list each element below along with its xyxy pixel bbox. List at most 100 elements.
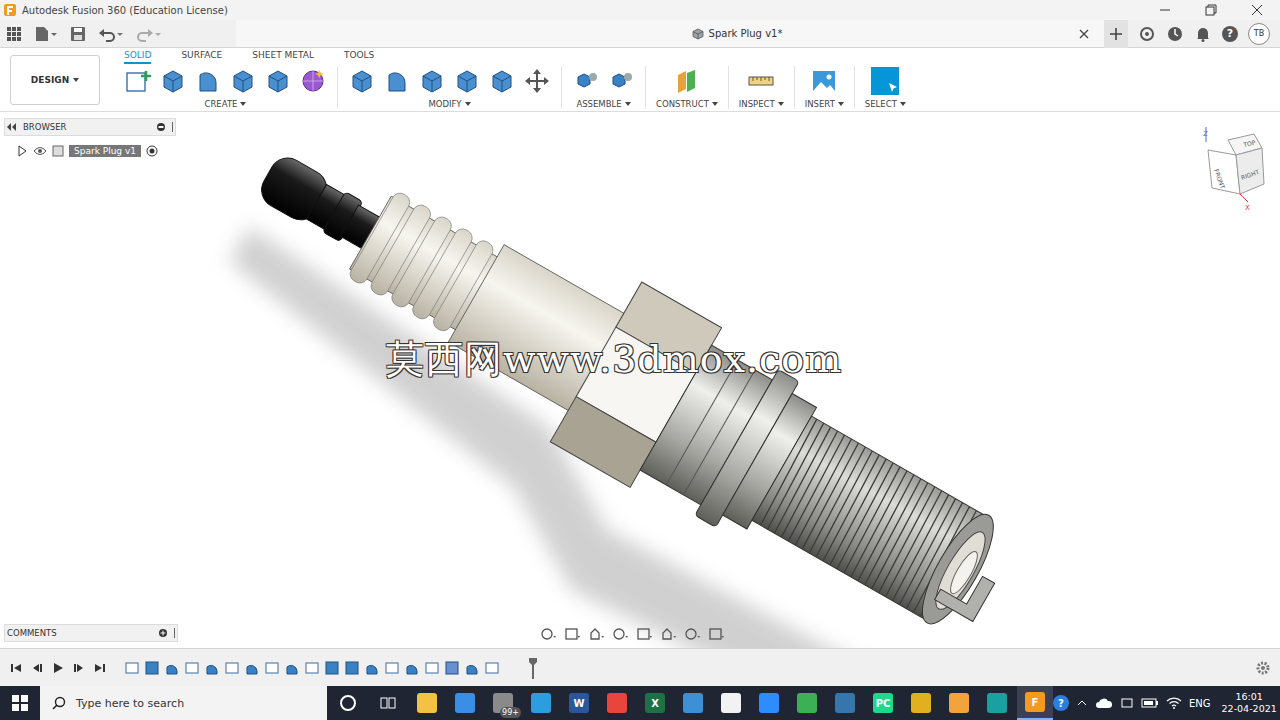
- timeline-feature[interactable]: [204, 660, 220, 676]
- user-avatar[interactable]: TB: [1248, 23, 1270, 45]
- taskbar-app[interactable]: [789, 686, 825, 720]
- timeline-feature[interactable]: [464, 660, 480, 676]
- play-icon[interactable]: [52, 662, 64, 674]
- nav-tool[interactable]: [564, 626, 582, 642]
- taskbar-app[interactable]: [827, 686, 863, 720]
- document-tab[interactable]: Spark Plug v1*: [236, 20, 1104, 47]
- timeline-feature[interactable]: [144, 660, 160, 676]
- ribbon-tool[interactable]: [348, 67, 376, 95]
- taskbar-app[interactable]: [751, 686, 787, 720]
- ribbon-tool[interactable]: [810, 67, 838, 95]
- ribbon-tool[interactable]: [124, 67, 152, 95]
- taskbar-app[interactable]: [409, 686, 445, 720]
- nav-tool[interactable]: [684, 626, 702, 642]
- task-view-button[interactable]: [369, 686, 407, 720]
- panel-dot-icon[interactable]: [156, 122, 166, 132]
- app-grid-icon[interactable]: [6, 26, 22, 42]
- timeline-feature[interactable]: [184, 660, 200, 676]
- ribbon-tool[interactable]: [299, 67, 327, 95]
- help-button[interactable]: ?: [1222, 26, 1238, 42]
- taskbar-app[interactable]: F: [1017, 686, 1053, 720]
- taskbar-app[interactable]: W: [561, 686, 597, 720]
- restore-icon[interactable]: [1188, 0, 1234, 20]
- input-language[interactable]: ENG: [1189, 698, 1211, 709]
- ribbon-group-label[interactable]: CREATE: [205, 99, 247, 109]
- taskbar-search[interactable]: Type here to search: [40, 686, 327, 720]
- taskbar-app[interactable]: [675, 686, 711, 720]
- taskbar-app[interactable]: [713, 686, 749, 720]
- timeline-feature[interactable]: [324, 660, 340, 676]
- taskbar-app[interactable]: [979, 686, 1015, 720]
- nav-tool[interactable]: [636, 626, 654, 642]
- sync-icon[interactable]: [1138, 25, 1156, 43]
- nav-tool[interactable]: [588, 626, 606, 642]
- timeline-feature[interactable]: [444, 660, 460, 676]
- minimize-icon[interactable]: [1142, 0, 1188, 20]
- timeline-feature[interactable]: [424, 660, 440, 676]
- timeline-feature[interactable]: [224, 660, 240, 676]
- comments-panel[interactable]: COMMENTS: [4, 624, 178, 642]
- close-tab-icon[interactable]: [1078, 28, 1090, 40]
- taskbar-app[interactable]: PC: [865, 686, 901, 720]
- ribbon-tool[interactable]: [383, 67, 411, 95]
- view-cube[interactable]: ZTOPFRONTRIGHTX: [1188, 122, 1268, 212]
- ribbon-tool[interactable]: [747, 67, 775, 95]
- ribbon-tab[interactable]: TOOLS: [344, 50, 374, 62]
- ribbon-tool[interactable]: [673, 67, 701, 95]
- ribbon-tool[interactable]: [572, 67, 600, 95]
- last-step-icon[interactable]: [94, 662, 106, 674]
- new-tab-button[interactable]: [1104, 20, 1128, 48]
- ribbon-tool[interactable]: [159, 67, 187, 95]
- ribbon-group-label[interactable]: ASSEMBLE: [576, 99, 630, 109]
- ribbon-group-label[interactable]: MODIFY: [428, 99, 470, 109]
- nav-tool[interactable]: [612, 626, 630, 642]
- jobs-clock-icon[interactable]: [1166, 25, 1184, 43]
- timeline-feature[interactable]: [244, 660, 260, 676]
- ribbon-tool[interactable]: [229, 67, 257, 95]
- battery-icon[interactable]: [1141, 697, 1159, 709]
- taskbar-app[interactable]: [941, 686, 977, 720]
- ribbon-tool[interactable]: [194, 67, 222, 95]
- add-comment-icon[interactable]: [158, 628, 168, 638]
- workspace-switcher[interactable]: DESIGN: [10, 55, 100, 105]
- nav-tool[interactable]: [660, 626, 678, 642]
- timeline-feature[interactable]: [344, 660, 360, 676]
- ribbon-group-label[interactable]: CONSTRUCT: [656, 99, 718, 109]
- start-button[interactable]: [0, 686, 40, 720]
- visibility-eye-icon[interactable]: [33, 146, 47, 156]
- next-step-icon[interactable]: [73, 662, 85, 674]
- onedrive-cloud-icon[interactable]: [1095, 697, 1113, 709]
- nav-tool[interactable]: [708, 626, 726, 642]
- redo-icon[interactable]: [136, 26, 162, 42]
- clock[interactable]: 16:0122-04-2021: [1218, 691, 1280, 715]
- timeline-feature[interactable]: [364, 660, 380, 676]
- wifi-icon[interactable]: [1166, 696, 1182, 710]
- first-step-icon[interactable]: [10, 662, 22, 674]
- timeline-feature[interactable]: [124, 660, 140, 676]
- ribbon-tool[interactable]: [488, 67, 516, 95]
- timeline-feature[interactable]: [264, 660, 280, 676]
- timeline-marker[interactable]: [528, 657, 538, 679]
- nav-tool[interactable]: [540, 626, 558, 642]
- cortana-button[interactable]: [329, 686, 367, 720]
- taskbar-app[interactable]: [903, 686, 939, 720]
- timeline-feature[interactable]: [484, 660, 500, 676]
- file-menu-icon[interactable]: [34, 26, 58, 42]
- ribbon-tool[interactable]: [418, 67, 446, 95]
- browser-header[interactable]: BROWSER: [4, 118, 176, 136]
- ribbon-group-label[interactable]: SELECT: [865, 99, 906, 109]
- device-icon[interactable]: [1120, 696, 1134, 710]
- ribbon-tool[interactable]: [264, 67, 292, 95]
- help-tray-button[interactable]: ?: [1053, 695, 1069, 711]
- ribbon-tab[interactable]: SOLID: [124, 50, 151, 64]
- ribbon-group-label[interactable]: INSERT: [805, 99, 844, 109]
- ribbon-group-label[interactable]: INSPECT: [739, 99, 784, 109]
- ribbon-tool[interactable]: [607, 67, 635, 95]
- close-icon[interactable]: [1234, 0, 1280, 20]
- timeline-feature[interactable]: [404, 660, 420, 676]
- timeline-feature[interactable]: [304, 660, 320, 676]
- timeline-feature[interactable]: [164, 660, 180, 676]
- taskbar-app[interactable]: [599, 686, 635, 720]
- show-hidden-chevron-icon[interactable]: [1076, 697, 1088, 709]
- notification-bell-icon[interactable]: [1194, 25, 1212, 43]
